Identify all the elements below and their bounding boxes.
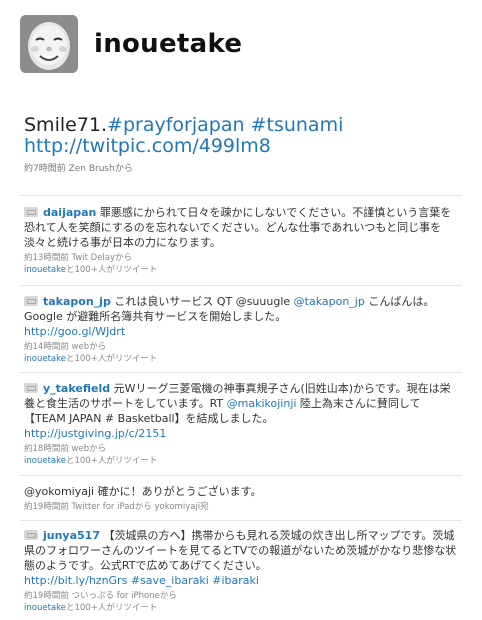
tweet-text: これは良いサービス QT @suuugle	[114, 295, 294, 308]
tweet-meta: 約19時間前 ついっぷる for iPhoneから	[24, 591, 177, 601]
tweet-meta: 約18時間前 webから	[24, 444, 107, 454]
tweet-user[interactable]: takapon_jp	[43, 295, 111, 308]
retweet-info: inouetakeと100+人がリツイート	[24, 602, 460, 614]
twitpic-link[interactable]: http://twitpic.com/499lm8	[24, 135, 271, 157]
divider	[20, 520, 462, 521]
divider	[20, 285, 462, 286]
retweet-icon	[24, 207, 38, 217]
mention-link[interactable]: @makikojinji	[227, 397, 297, 410]
mention-link[interactable]: @takapon_jp	[294, 295, 365, 308]
retweet-icon	[24, 530, 38, 540]
hashtag-link[interactable]: #save_ibaraki	[131, 574, 209, 587]
retweet-info: inouetakeと100+人がリツイート	[24, 455, 460, 467]
retweeter-link[interactable]: inouetake	[24, 603, 66, 613]
tweet-url-link[interactable]: http://bit.ly/hznGrs	[24, 574, 127, 587]
retweet-count: と100+人がリツイート	[65, 456, 158, 466]
hashtag-link[interactable]: #ibaraki	[212, 574, 259, 587]
list-item: @yokomiyaji 確かに！ありがとうございます。 約19時間前 Twitt…	[24, 484, 460, 513]
tweet-user[interactable]: junya517	[43, 529, 100, 542]
retweet-count: と100+人がリツイート	[65, 265, 158, 275]
list-item: junya517 【茨城県の方へ】携帯からも見れる茨城の炊き出し所マップです。茨…	[24, 528, 460, 614]
hashtag-link[interactable]: #prayforjapan	[107, 114, 244, 136]
tweet-meta: 約14時間前 webから	[24, 342, 107, 352]
divider	[20, 372, 462, 373]
main-tweet: Smile71.#prayforjapan #tsunami http://tw…	[24, 115, 464, 175]
avatar[interactable]	[20, 15, 78, 73]
tweet-mention[interactable]: @yokomiyaji	[24, 485, 94, 498]
retweet-count: と100+人がリツイート	[65, 603, 158, 613]
profile-header: inouetake	[20, 12, 242, 76]
avatar-face-icon	[20, 15, 78, 73]
retweet-info: inouetakeと100+人がリツイート	[24, 264, 460, 276]
main-tweet-meta: 約7時間前 Zen Brushから	[24, 164, 133, 174]
retweet-icon	[24, 383, 38, 393]
tweet-url-link[interactable]: http://justgiving.jp/c/2151	[24, 427, 166, 440]
retweet-info: inouetakeと100+人がリツイート	[24, 353, 460, 365]
main-tweet-lead: Smile71.	[24, 114, 108, 136]
tweet-url-link[interactable]: http://goo.gl/WJdrt	[24, 325, 125, 338]
retweet-count: と100+人がリツイート	[65, 354, 158, 364]
retweeter-link[interactable]: inouetake	[24, 265, 66, 275]
list-item: daijapan 罪悪感にかられて日々を疎かにしないでください。不謹慎という言葉…	[24, 205, 460, 276]
main-tweet-text: Smile71.#prayforjapan #tsunami http://tw…	[24, 115, 464, 157]
retweeter-link[interactable]: inouetake	[24, 456, 66, 466]
tweet-user[interactable]: y_takefield	[43, 382, 110, 395]
divider	[20, 475, 462, 476]
list-item: y_takefield 元Wリーグ三菱電機の神事真規子さん(旧姓山本)からです。…	[24, 381, 460, 467]
divider	[20, 195, 462, 196]
list-item: takapon_jp これは良いサービス QT @suuugle @takapo…	[24, 294, 460, 365]
tweet-meta: 約13時間前 Twit Delayから	[24, 253, 133, 263]
tweet-user[interactable]: daijapan	[43, 206, 96, 219]
hashtag-link[interactable]: #tsunami	[251, 114, 344, 136]
tweet-text: 確かに！ありがとうございます。	[97, 485, 262, 498]
tweet-meta: 約19時間前 Twitter for iPadから yokomiyaji宛	[24, 502, 209, 512]
retweet-icon	[24, 296, 38, 306]
retweeter-link[interactable]: inouetake	[24, 354, 66, 364]
profile-username[interactable]: inouetake	[94, 29, 242, 59]
